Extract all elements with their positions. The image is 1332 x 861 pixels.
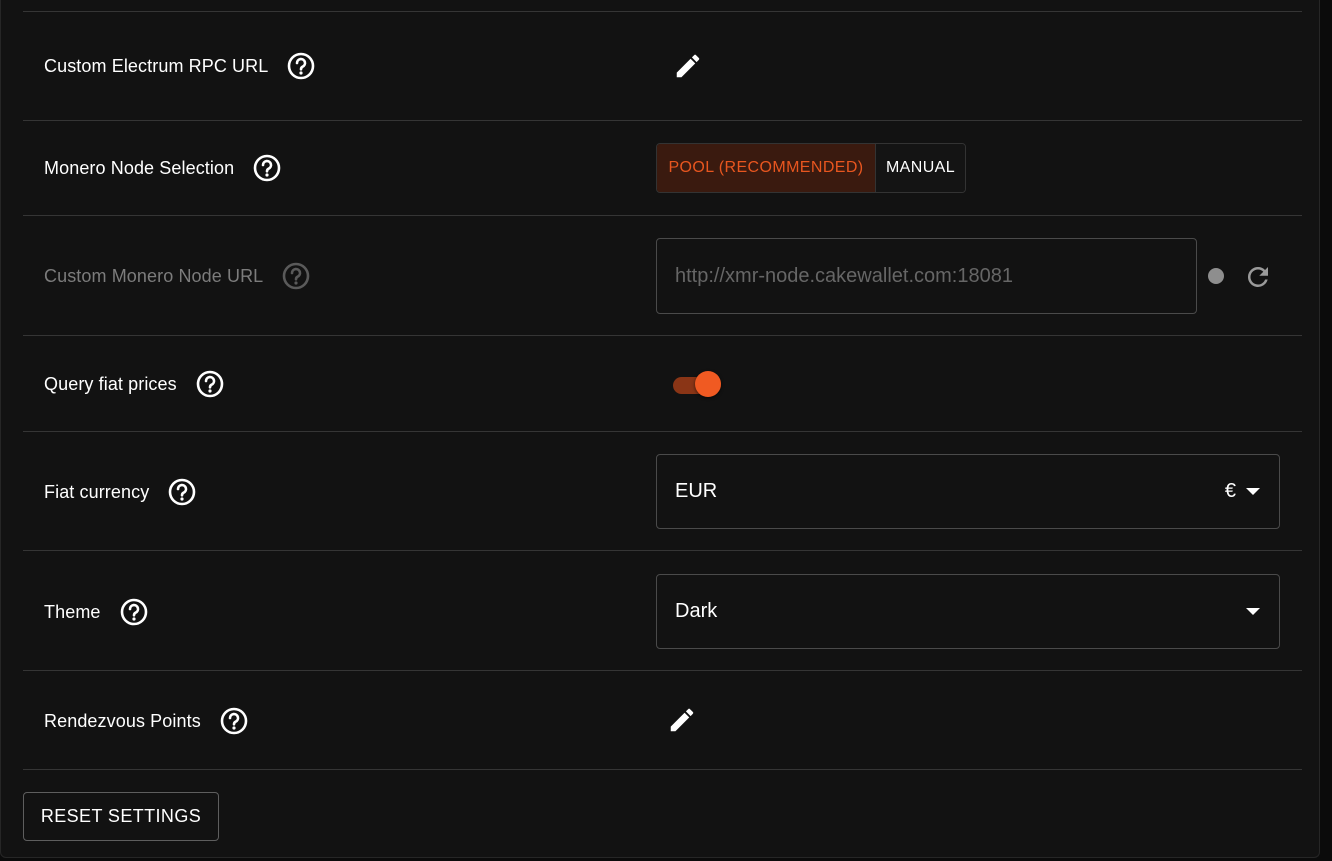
- fiat-currency-select[interactable]: EUR €: [656, 454, 1280, 529]
- reset-settings-button[interactable]: RESET SETTINGS: [23, 792, 219, 841]
- help-circle-icon[interactable]: [195, 369, 225, 399]
- custom-monero-node-row-label: Custom Monero Node URL: [44, 261, 311, 291]
- help-circle-icon[interactable]: [219, 706, 249, 736]
- chevron-down-icon: [1246, 608, 1260, 615]
- electrum-rpc-pencil-icon[interactable]: [673, 51, 703, 81]
- switch-thumb: [695, 371, 721, 397]
- fiat-currency-value: EUR: [675, 480, 718, 502]
- pool-recommended-toggle[interactable]: POOL (RECOMMENDED): [657, 144, 875, 192]
- electrum-rpc-label: Custom Electrum RPC URL: [44, 55, 269, 76]
- node-selection-toggle-group: POOL (RECOMMENDED) MANUAL: [656, 143, 966, 193]
- help-circle-icon[interactable]: [286, 51, 316, 81]
- settings-panel: Custom Electrum RPC URL Monero Node Sele…: [0, 0, 1320, 858]
- theme-row-label: Theme: [44, 597, 149, 627]
- help-circle-icon[interactable]: [167, 477, 197, 507]
- help-circle-icon[interactable]: [252, 153, 282, 183]
- custom-monero-node-label: Custom Monero Node URL: [44, 265, 264, 286]
- help-circle-icon: [281, 261, 311, 291]
- divider: [23, 431, 1302, 432]
- query-fiat-prices-switch[interactable]: [671, 368, 725, 400]
- query-fiat-prices-label: Query fiat prices: [44, 373, 177, 394]
- query-fiat-prices-row-label: Query fiat prices: [44, 369, 225, 399]
- node-status-dot: [1208, 268, 1224, 284]
- divider: [23, 550, 1302, 551]
- divider: [23, 120, 1302, 121]
- monero-node-selection-label: Monero Node Selection: [44, 157, 235, 178]
- monero-node-selection-row-label: Monero Node Selection: [44, 153, 282, 183]
- divider: [23, 215, 1302, 216]
- theme-value: Dark: [675, 600, 718, 622]
- divider: [23, 11, 1302, 12]
- rendezvous-points-row-label: Rendezvous Points: [44, 706, 249, 736]
- chevron-down-icon: [1246, 488, 1260, 495]
- rendezvous-points-label: Rendezvous Points: [44, 710, 201, 731]
- manual-toggle[interactable]: MANUAL: [875, 144, 965, 192]
- help-circle-icon[interactable]: [119, 597, 149, 627]
- electrum-rpc-row-label: Custom Electrum RPC URL: [44, 51, 316, 81]
- theme-select[interactable]: Dark: [656, 574, 1280, 649]
- fiat-currency-row-label: Fiat currency: [44, 477, 197, 507]
- divider: [23, 769, 1302, 770]
- fiat-currency-label: Fiat currency: [44, 481, 150, 502]
- divider: [23, 335, 1302, 336]
- currency-symbol: €: [1224, 480, 1236, 502]
- refresh-icon[interactable]: [1243, 262, 1273, 292]
- rendezvous-points-pencil-icon[interactable]: [667, 705, 697, 735]
- custom-monero-node-url-input[interactable]: [656, 238, 1197, 314]
- theme-label: Theme: [44, 601, 101, 622]
- divider: [23, 670, 1302, 671]
